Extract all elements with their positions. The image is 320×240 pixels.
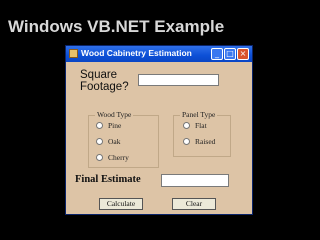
radio-oak[interactable]: Oak xyxy=(96,137,121,146)
radio-flat-button[interactable] xyxy=(183,122,190,129)
radio-raised-label: Raised xyxy=(195,137,216,146)
square-footage-label-line2: Footage? xyxy=(80,81,129,93)
radio-flat[interactable]: Flat xyxy=(183,121,207,130)
slide-title: Windows VB.NET Example xyxy=(8,17,225,36)
wood-type-legend: Wood Type xyxy=(95,110,134,119)
square-footage-label: Square Footage? xyxy=(80,69,129,93)
square-footage-input[interactable] xyxy=(138,74,219,86)
panel-type-legend: Panel Type xyxy=(180,110,218,119)
final-estimate-field[interactable] xyxy=(161,174,229,187)
radio-pine-label: Pine xyxy=(108,121,122,130)
minimize-button[interactable]: _ xyxy=(211,48,223,60)
window-title: Wood Cabinetry Estimation xyxy=(81,48,192,58)
app-window: Wood Cabinetry Estimation _ □ × Square F… xyxy=(65,45,253,215)
maximize-button[interactable]: □ xyxy=(224,48,236,60)
radio-cherry-button[interactable] xyxy=(96,154,103,161)
square-footage-label-line1: Square xyxy=(80,69,118,81)
close-button[interactable]: × xyxy=(237,48,249,60)
radio-oak-label: Oak xyxy=(108,137,121,146)
final-estimate-label: Final Estimate xyxy=(75,174,141,185)
clear-button[interactable]: Clear xyxy=(172,198,216,210)
radio-cherry[interactable]: Cherry xyxy=(96,153,129,162)
radio-pine-button[interactable] xyxy=(96,122,103,129)
radio-raised-button[interactable] xyxy=(183,138,190,145)
radio-flat-label: Flat xyxy=(195,121,207,130)
radio-pine[interactable]: Pine xyxy=(96,121,121,130)
calculate-button[interactable]: Calculate xyxy=(99,198,143,210)
title-bar[interactable]: Wood Cabinetry Estimation _ □ × xyxy=(66,46,252,62)
radio-raised[interactable]: Raised xyxy=(183,137,215,146)
radio-cherry-label: Cherry xyxy=(108,153,129,162)
radio-oak-button[interactable] xyxy=(96,138,103,145)
app-icon xyxy=(69,49,78,58)
